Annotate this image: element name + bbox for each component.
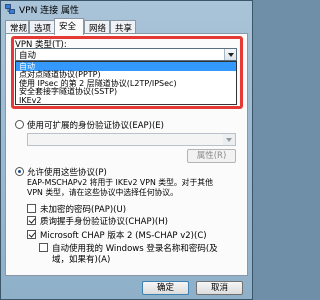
mschapv2-checkbox[interactable] xyxy=(27,230,36,239)
protocol-note-line2: VPN 类型，请在这些协议中选择任何协议。 xyxy=(27,188,178,197)
eap-method-dropdown[interactable] xyxy=(27,133,236,146)
vpn-type-option-ikev2[interactable]: IKEv2 xyxy=(16,96,236,105)
chap-label: 质询握手身份验证协议(CHAP)(H) xyxy=(40,217,168,227)
eap-radio[interactable] xyxy=(15,120,24,129)
vpn-type-option-sstp[interactable]: 安全套接字隧道协议(SSTP) xyxy=(16,87,236,96)
network-connection-icon xyxy=(5,4,15,14)
cancel-button[interactable]: 取消 xyxy=(196,281,243,295)
eap-properties-button[interactable]: 属性(R) xyxy=(187,149,236,163)
mschapv2-label: Microsoft CHAP 版本 2 (MS-CHAP v2)(C) xyxy=(40,231,207,241)
vpn-type-selected-value: 自动 xyxy=(19,51,37,61)
tab-options[interactable]: 选项 xyxy=(29,20,55,34)
pap-label: 未加密的密码(PAP)(U) xyxy=(40,205,127,215)
tab-security[interactable]: 安全 xyxy=(54,18,84,35)
allow-protocols-radio[interactable] xyxy=(15,167,24,176)
window-title: VPN 连接 属性 xyxy=(19,6,80,16)
tab-general[interactable]: 常规 xyxy=(5,20,29,34)
chap-checkbox[interactable] xyxy=(27,216,36,225)
chevron-down-icon[interactable] xyxy=(224,49,236,60)
eap-radio-label: 使用可扩展的身份验证协议(EAP)(E) xyxy=(27,121,164,131)
vpn-type-dropdown[interactable]: 自动 xyxy=(15,48,237,61)
pap-checkbox[interactable] xyxy=(27,204,36,213)
autologon-label-line2: 域，如果有)(A) xyxy=(52,255,111,265)
autologon-checkbox[interactable] xyxy=(39,243,48,252)
tab-sharing[interactable]: 共享 xyxy=(110,20,136,34)
tab-networking[interactable]: 网络 xyxy=(84,20,110,34)
ok-button[interactable]: 确定 xyxy=(142,281,189,295)
title-bar: VPN 连接 属性 xyxy=(1,1,252,17)
vpn-properties-window: VPN 连接 属性 常规 选项 安全 网络 共享 VPN 类型(T): 自动 自… xyxy=(0,0,253,300)
chevron-down-icon xyxy=(223,134,235,145)
vpn-type-option-pptp[interactable]: 点对点隧道协议(PPTP) xyxy=(16,70,236,79)
vpn-type-option-list: 自动 点对点隧道协议(PPTP) 使用 IPsec 的第 2 层隧道协议(L2T… xyxy=(15,61,237,105)
